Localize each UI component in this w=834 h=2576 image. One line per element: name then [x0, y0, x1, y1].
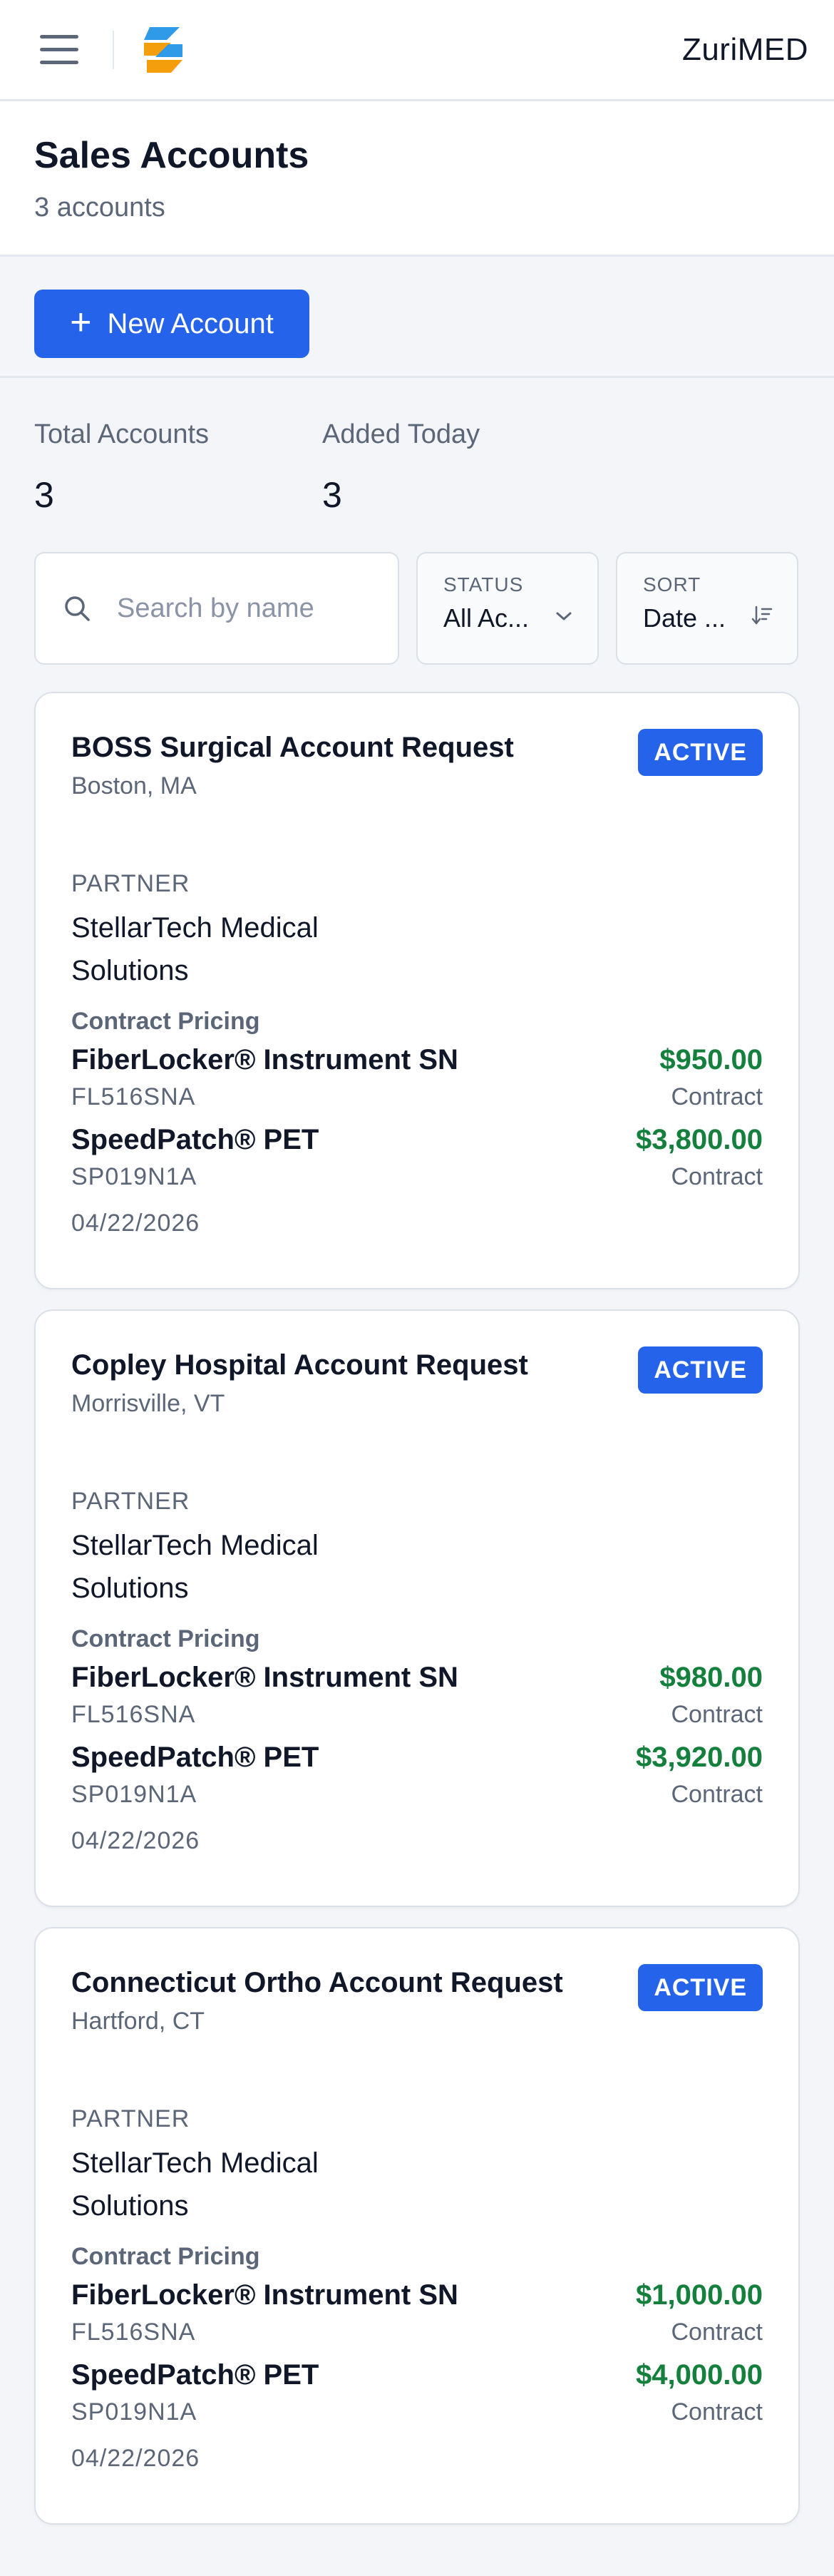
- account-location: Morrisville, VT: [71, 1390, 225, 1417]
- product-name: FiberLocker® Instrument SN: [71, 1662, 458, 1693]
- product-price: $980.00: [659, 1662, 763, 1693]
- pricing-label: Contract Pricing: [71, 1008, 260, 1035]
- stat-added-today: Added Today 3: [322, 419, 610, 552]
- product-price-type: Contract: [671, 2398, 763, 2426]
- stat-label: Total Accounts: [34, 419, 210, 449]
- account-date: 04/22/2026: [71, 1210, 200, 1237]
- product-row: FiberLocker® Instrument SN FL516SNA $1,0…: [71, 2279, 763, 2346]
- brand-name: ZuriMED: [681, 31, 808, 67]
- product-sku: SP019N1A: [71, 2398, 197, 2426]
- plus-icon: +: [70, 302, 92, 343]
- account-card[interactable]: Copley Hospital Account Request Morrisvi…: [34, 1309, 800, 1907]
- account-location: Hartford, CT: [71, 2008, 205, 2035]
- partner-label: PARTNER: [71, 870, 190, 897]
- product-row: SpeedPatch® PET SP019N1A $3,800.00 Contr…: [71, 1124, 763, 1191]
- account-date: 04/22/2026: [71, 1827, 200, 1854]
- page-title: Sales Accounts: [34, 135, 309, 176]
- product-name: FiberLocker® Instrument SN: [71, 2279, 458, 2311]
- account-card[interactable]: Connecticut Ortho Account Request Hartfo…: [34, 1927, 800, 2525]
- search-input[interactable]: [117, 593, 331, 624]
- page-header: Sales Accounts 3 accounts: [0, 101, 834, 257]
- partner-name: StellarTech Medical Solutions: [71, 2147, 319, 2222]
- product-price: $1,000.00: [636, 2279, 763, 2311]
- stat-label: Added Today: [322, 419, 480, 449]
- partner-name: StellarTech Medical Solutions: [71, 912, 319, 986]
- product-row: SpeedPatch® PET SP019N1A $3,920.00 Contr…: [71, 1742, 763, 1809]
- product-price-type: Contract: [671, 1163, 763, 1190]
- pricing-label: Contract Pricing: [71, 1625, 260, 1652]
- product-price: $4,000.00: [636, 2359, 763, 2391]
- product-name: SpeedPatch® PET: [71, 1124, 319, 1155]
- product-row: SpeedPatch® PET SP019N1A $4,000.00 Contr…: [71, 2359, 763, 2426]
- status-badge: ACTIVE: [638, 729, 763, 776]
- stat-value: 3: [34, 475, 54, 515]
- partner-name: StellarTech Medical Solutions: [71, 1530, 319, 1604]
- topbar-divider: [113, 30, 114, 69]
- partner-label: PARTNER: [71, 2105, 190, 2132]
- action-bar: + New Account: [0, 257, 834, 378]
- product-sku: FL516SNA: [71, 2319, 196, 2346]
- product-price: $3,800.00: [636, 1124, 763, 1155]
- product-row: FiberLocker® Instrument SN FL516SNA $980…: [71, 1662, 763, 1729]
- product-price-type: Contract: [671, 1701, 763, 1728]
- search-icon: [65, 596, 90, 621]
- product-name: SpeedPatch® PET: [71, 2359, 319, 2391]
- status-badge: ACTIVE: [638, 1964, 763, 2011]
- hamburger-menu-icon[interactable]: [40, 30, 80, 70]
- chevron-down-icon: [556, 612, 572, 620]
- zurimed-logo[interactable]: [140, 24, 187, 76]
- product-price-type: Contract: [671, 1781, 763, 1808]
- status-filter-label: STATUS: [443, 573, 524, 596]
- account-count: 3 accounts: [34, 193, 165, 223]
- product-sku: FL516SNA: [71, 1701, 196, 1728]
- status-badge: ACTIVE: [638, 1346, 763, 1394]
- partner-label: PARTNER: [71, 1488, 190, 1515]
- product-sku: SP019N1A: [71, 1163, 197, 1190]
- product-price-type: Contract: [671, 1083, 763, 1110]
- stat-total-accounts: Total Accounts 3: [34, 419, 322, 552]
- product-sku: FL516SNA: [71, 1083, 196, 1110]
- filter-bar: STATUS All Ac... SORT Date ...: [0, 552, 834, 665]
- product-sku: SP019N1A: [71, 1781, 197, 1808]
- sort-select[interactable]: SORT Date ...: [616, 552, 798, 665]
- new-account-label: New Account: [107, 307, 274, 339]
- account-card[interactable]: BOSS Surgical Account Request Boston, MA…: [34, 692, 800, 1289]
- account-date: 04/22/2026: [71, 2445, 200, 2472]
- stat-value: 3: [322, 475, 342, 515]
- account-location: Boston, MA: [71, 772, 197, 799]
- product-name: FiberLocker® Instrument SN: [71, 1044, 458, 1075]
- status-filter-value: All Ac...: [443, 603, 530, 633]
- new-account-button[interactable]: + New Account: [34, 290, 309, 358]
- account-list: BOSS Surgical Account Request Boston, MA…: [0, 665, 834, 2525]
- status-filter-select[interactable]: STATUS All Ac...: [416, 552, 599, 665]
- product-row: FiberLocker® Instrument SN FL516SNA $950…: [71, 1044, 763, 1111]
- sort-descending-icon: [751, 605, 773, 625]
- product-price-type: Contract: [671, 2319, 763, 2346]
- product-name: SpeedPatch® PET: [71, 1742, 319, 1773]
- search-box[interactable]: [34, 552, 399, 665]
- product-price: $3,920.00: [636, 1742, 763, 1773]
- stats-row: Total Accounts 3 Added Today 3: [0, 378, 834, 552]
- product-price: $950.00: [659, 1044, 763, 1075]
- sort-label: SORT: [643, 573, 701, 596]
- pricing-label: Contract Pricing: [71, 2243, 260, 2270]
- top-bar: ZuriMED: [0, 0, 834, 101]
